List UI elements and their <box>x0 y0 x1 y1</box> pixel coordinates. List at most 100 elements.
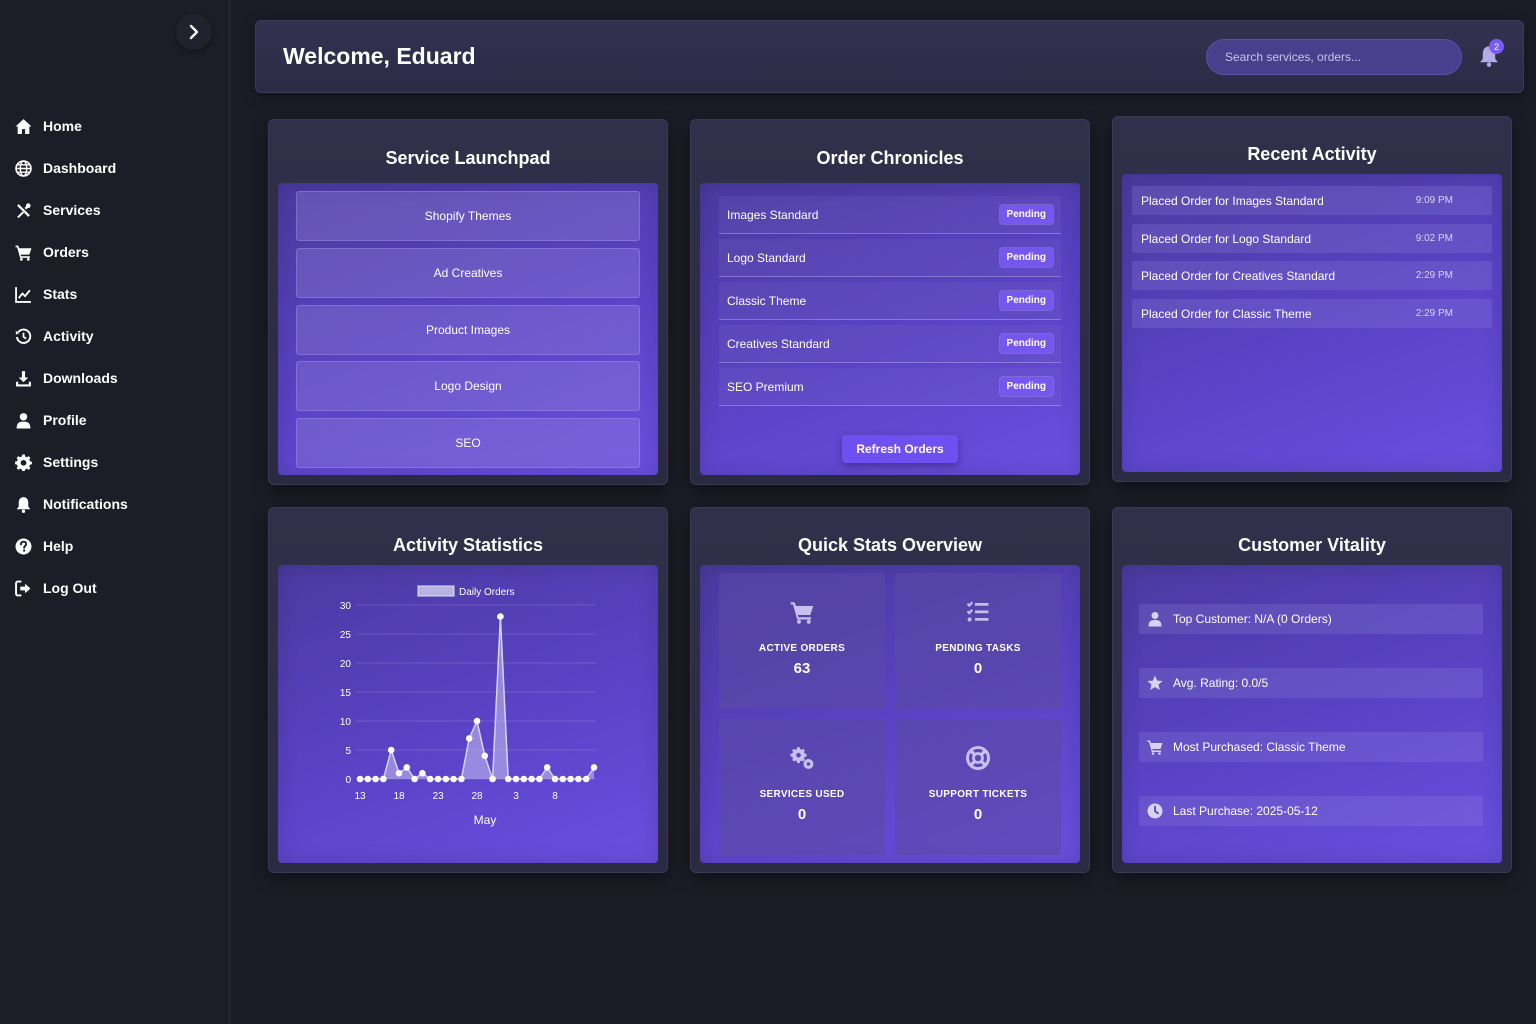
user-icon <box>1148 612 1162 627</box>
stat-value: 0 <box>797 806 807 823</box>
stat-label: SERVICES USED <box>759 789 845 800</box>
y-tick-label: 15 <box>340 688 352 699</box>
sidebar-item-stats[interactable]: Stats <box>0 273 230 315</box>
activity-text: Placed Order for Logo Standard <box>1141 231 1312 246</box>
sidebar-item-logout[interactable]: Log Out <box>0 567 230 609</box>
search-input[interactable] <box>1206 39 1462 75</box>
legend-label: Daily Orders <box>459 587 515 598</box>
data-point <box>567 775 574 783</box>
download-icon <box>14 369 32 387</box>
activity-time: 9:02 PM <box>1415 233 1453 244</box>
sidebar-item-label: Activity <box>43 328 94 344</box>
sidebar-item-services[interactable]: Services <box>0 189 230 231</box>
history-icon <box>14 327 32 345</box>
refresh-orders-button[interactable]: Refresh Orders <box>842 435 958 463</box>
x-tick-label: 13 <box>354 791 366 802</box>
activity-panel: Placed Order for Images Standard 9:09 PM… <box>1122 174 1502 472</box>
data-point <box>489 775 496 783</box>
sidebar-item-activity[interactable]: Activity <box>0 315 230 357</box>
logout-icon <box>14 579 32 597</box>
cart-icon <box>1147 740 1163 755</box>
customer-vitality-card: Customer Vitality Top Customer: N/A (0 O… <box>1112 507 1512 873</box>
vitality-text: Last Purchase: 2025-05-12 <box>1173 804 1318 818</box>
legend-swatch <box>417 585 455 597</box>
sidebar-item-dashboard[interactable]: Dashboard <box>0 147 230 189</box>
launch-ad-creatives-button[interactable]: Ad Creatives <box>296 248 640 298</box>
sidebar-toggle-button[interactable] <box>176 14 212 50</box>
status-badge: Pending <box>999 248 1053 267</box>
status-badge: Pending <box>999 334 1053 353</box>
launch-shopify-themes-button[interactable]: Shopify Themes <box>296 191 640 241</box>
y-tick-label: 10 <box>340 717 352 728</box>
x-tick-label: 8 <box>552 791 558 802</box>
data-point <box>419 769 426 777</box>
data-point <box>395 769 403 777</box>
order-row[interactable]: Creatives Standard Pending <box>719 325 1061 363</box>
order-name: SEO Premium <box>727 379 804 394</box>
vitality-text: Avg. Rating: 0.0/5 <box>1173 676 1269 690</box>
activity-text: Placed Order for Creatives Standard <box>1141 268 1336 283</box>
tools-icon <box>14 201 32 219</box>
sidebar-nav: Home Dashboard Services Orders Stats Act… <box>0 105 230 609</box>
order-name: Images Standard <box>727 207 819 222</box>
card-title: Order Chronicles <box>816 148 964 168</box>
home-icon <box>14 117 32 135</box>
vitality-text: Top Customer: N/A (0 Orders) <box>1173 612 1332 626</box>
sidebar-item-profile[interactable]: Profile <box>0 399 230 441</box>
sidebar-item-settings[interactable]: Settings <box>0 441 230 483</box>
data-point <box>481 752 489 760</box>
data-point <box>458 775 465 783</box>
card-title: Quick Stats Overview <box>797 535 983 555</box>
activity-time: 2:29 PM <box>1415 308 1453 319</box>
stat-value: 63 <box>793 660 811 677</box>
chevron-right-icon <box>189 24 199 40</box>
launch-product-images-button[interactable]: Product Images <box>296 305 640 355</box>
data-point <box>551 775 559 783</box>
vitality-item: Avg. Rating: 0.0/5 <box>1139 668 1483 698</box>
sidebar-item-home[interactable]: Home <box>0 105 230 147</box>
data-point <box>403 764 411 771</box>
launch-seo-button[interactable]: SEO <box>296 418 640 468</box>
sidebar-item-label: Notifications <box>43 496 128 512</box>
activity-text: Placed Order for Classic Theme <box>1141 306 1312 321</box>
stat-label: SUPPORT TICKETS <box>928 789 1028 800</box>
stat-support-tickets: SUPPORT TICKETS 0 <box>895 719 1061 855</box>
data-point <box>426 775 434 783</box>
data-point <box>442 775 450 783</box>
status-badge: Pending <box>999 291 1053 310</box>
cogs-icon <box>790 745 814 771</box>
data-point <box>372 775 379 783</box>
sidebar-item-downloads[interactable]: Downloads <box>0 357 230 399</box>
activity-item: Placed Order for Logo Standard 9:02 PM <box>1132 224 1492 253</box>
stat-services-used: SERVICES USED 0 <box>719 719 885 855</box>
data-point <box>473 717 481 725</box>
launch-logo-design-button[interactable]: Logo Design <box>296 361 640 411</box>
sidebar-item-orders[interactable]: Orders <box>0 231 230 273</box>
data-point <box>411 775 418 783</box>
order-name: Creatives Standard <box>727 336 830 351</box>
order-row[interactable]: Classic Theme Pending <box>719 282 1061 320</box>
notification-count-badge: 2 <box>1489 39 1504 54</box>
order-row[interactable]: SEO Premium Pending <box>719 368 1061 406</box>
cart-icon <box>14 243 32 261</box>
sidebar-item-label: Stats <box>43 286 78 302</box>
activity-statistics-card: Activity Statistics 0 5 10 15 20 25 30 13 18 23 28… <box>268 507 668 873</box>
data-point <box>543 764 551 771</box>
x-tick-label: 28 <box>471 791 483 802</box>
star-icon <box>1147 675 1163 690</box>
order-row[interactable]: Logo Standard Pending <box>719 239 1061 277</box>
status-badge: Pending <box>999 205 1053 224</box>
gear-icon <box>14 453 32 471</box>
sidebar-item-label: Profile <box>43 412 87 428</box>
clock-icon <box>1147 803 1163 819</box>
order-name: Classic Theme <box>727 293 807 308</box>
activity-time: 9:09 PM <box>1415 195 1453 206</box>
x-tick-label: 23 <box>432 791 444 802</box>
sidebar-item-help[interactable]: Help <box>0 525 230 567</box>
x-axis-label: May <box>474 813 497 827</box>
stat-label: ACTIVE ORDERS <box>758 643 846 654</box>
order-row[interactable]: Images Standard Pending <box>719 196 1061 234</box>
sidebar: Home Dashboard Services Orders Stats Act… <box>0 0 230 1024</box>
stat-value: 0 <box>973 806 983 823</box>
sidebar-item-notifications[interactable]: Notifications <box>0 483 230 525</box>
